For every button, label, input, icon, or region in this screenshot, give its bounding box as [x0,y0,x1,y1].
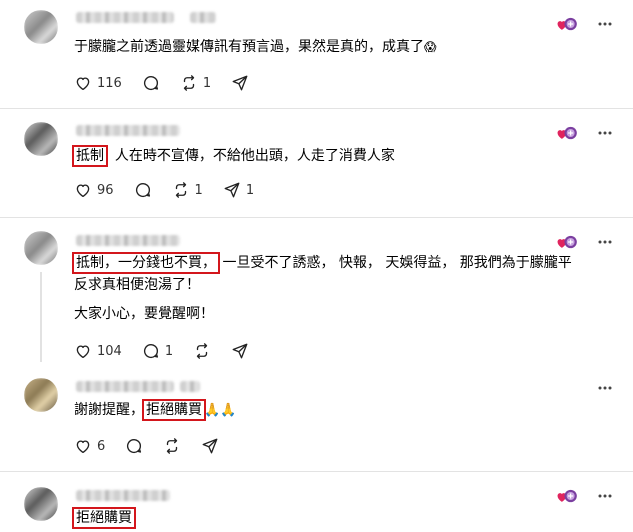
repost-icon [172,181,190,199]
avatar[interactable] [24,487,58,521]
share-button[interactable] [231,74,249,92]
action-bar: 96 1 1 [74,180,274,200]
share-icon [231,74,249,92]
post-body: 謝謝提醒， [74,402,144,418]
heart-icon [74,181,92,199]
scream-emoji: 😱 [424,40,437,54]
share-icon [201,437,219,455]
post-text-line-2: 反求真相便泡湯了！ [74,277,200,293]
avatar[interactable] [24,378,58,412]
repost-button[interactable]: 1 [180,74,211,92]
comment-button[interactable] [125,437,143,455]
repost-button[interactable] [193,342,211,360]
like-button[interactable]: 104 [74,342,122,360]
comment-icon [142,342,160,360]
pray-emoji: 🙏🙏 [204,403,237,418]
like-button[interactable]: 96 [74,181,114,199]
repost-icon [193,342,211,360]
share-button[interactable]: 1 [223,181,254,199]
username-blurred[interactable] [76,125,180,136]
action-bar: 116 1 [74,73,269,93]
heart-reaction-icon[interactable] [556,125,578,141]
repost-count: 1 [202,75,212,91]
more-options-icon[interactable] [597,16,613,32]
post-1: 于朦朧之前透過靈媒傳訊有預言過，果然是真的，成真了😱 116 1 [0,0,633,108]
avatar[interactable] [24,122,58,156]
share-icon [223,181,241,199]
post-body: 于朦朧之前透過靈媒傳訊有預言過，果然是真的，成真了 [74,39,424,55]
like-button[interactable]: 116 [74,74,122,92]
action-bar: 6 [74,436,239,456]
username-blurred[interactable] [76,12,174,23]
more-options-icon[interactable] [597,380,613,396]
heart-reaction-icon[interactable] [556,488,578,504]
heart-icon [74,342,92,360]
like-count: 96 [97,182,114,198]
comment-button[interactable]: 1 [142,342,173,360]
highlighted-text: 抵制 [72,145,108,167]
action-bar: 104 1 [74,341,269,361]
comment-icon [125,437,143,455]
post-text-line-1: 抵制，一分錢也不買， 一旦受不了誘惑， 快報， 天娛得益， 那我們為于朦朧平 [72,252,572,274]
like-button[interactable]: 6 [74,437,105,455]
repost-icon [180,74,198,92]
comment-icon [142,74,160,92]
more-options-icon[interactable] [597,234,613,250]
comment-button[interactable] [142,74,160,92]
repost-button[interactable]: 1 [172,181,203,199]
comment-count: 1 [164,343,174,359]
username-blurred[interactable] [76,490,170,501]
thread-line [40,272,42,362]
post-text: 于朦朧之前透過靈媒傳訊有預言過，果然是真的，成真了😱 [74,36,437,58]
like-count: 6 [97,438,106,454]
share-count: 1 [245,182,255,198]
repost-button[interactable] [163,437,181,455]
share-icon [231,342,249,360]
comment-icon [134,181,152,199]
highlighted-text: 拒絕購買 [72,507,136,529]
share-button[interactable] [201,437,219,455]
username-blurred[interactable] [76,381,174,392]
post-text: 謝謝提醒， 拒絕購買 🙏🙏 [74,399,236,422]
post-body: 人在時不宣傳，不給他出頭，人走了消費人家 [114,148,395,164]
like-count: 116 [97,75,122,91]
post-body: 一旦受不了誘惑， 快報， 天娛得益， 那我們為于朦朧平 [222,255,572,271]
like-count: 104 [97,343,122,359]
heart-icon [74,74,92,92]
post-4-reply: 謝謝提醒， 拒絕購買 🙏🙏 6 [0,368,633,471]
post-5: 拒絕購買 [0,472,633,532]
username-blurred[interactable] [76,235,180,246]
post-text: 拒絕購買 [72,507,136,529]
highlighted-text: 拒絕購買 [142,399,206,421]
timestamp-blurred [180,381,200,392]
post-2: 抵制 人在時不宣傳，不給他出頭，人走了消費人家 96 1 1 [0,109,633,217]
post-text-line-3: 大家小心，要覺醒啊！ [74,306,214,322]
more-options-icon[interactable] [597,125,613,141]
more-options-icon[interactable] [597,488,613,504]
avatar[interactable] [24,10,58,44]
post-text: 抵制 人在時不宣傳，不給他出頭，人走了消費人家 [72,145,395,167]
heart-icon [74,437,92,455]
heart-reaction-icon[interactable] [556,16,578,32]
timestamp-blurred [190,12,216,23]
repost-icon [163,437,181,455]
post-3: 抵制，一分錢也不買， 一旦受不了誘惑， 快報， 天娛得益， 那我們為于朦朧平 反… [0,218,633,368]
repost-count: 1 [194,182,203,198]
avatar[interactable] [24,231,58,265]
comment-button[interactable] [134,181,152,199]
share-button[interactable] [231,342,249,360]
highlighted-text: 抵制，一分錢也不買， [72,252,220,274]
heart-reaction-icon[interactable] [556,234,578,250]
